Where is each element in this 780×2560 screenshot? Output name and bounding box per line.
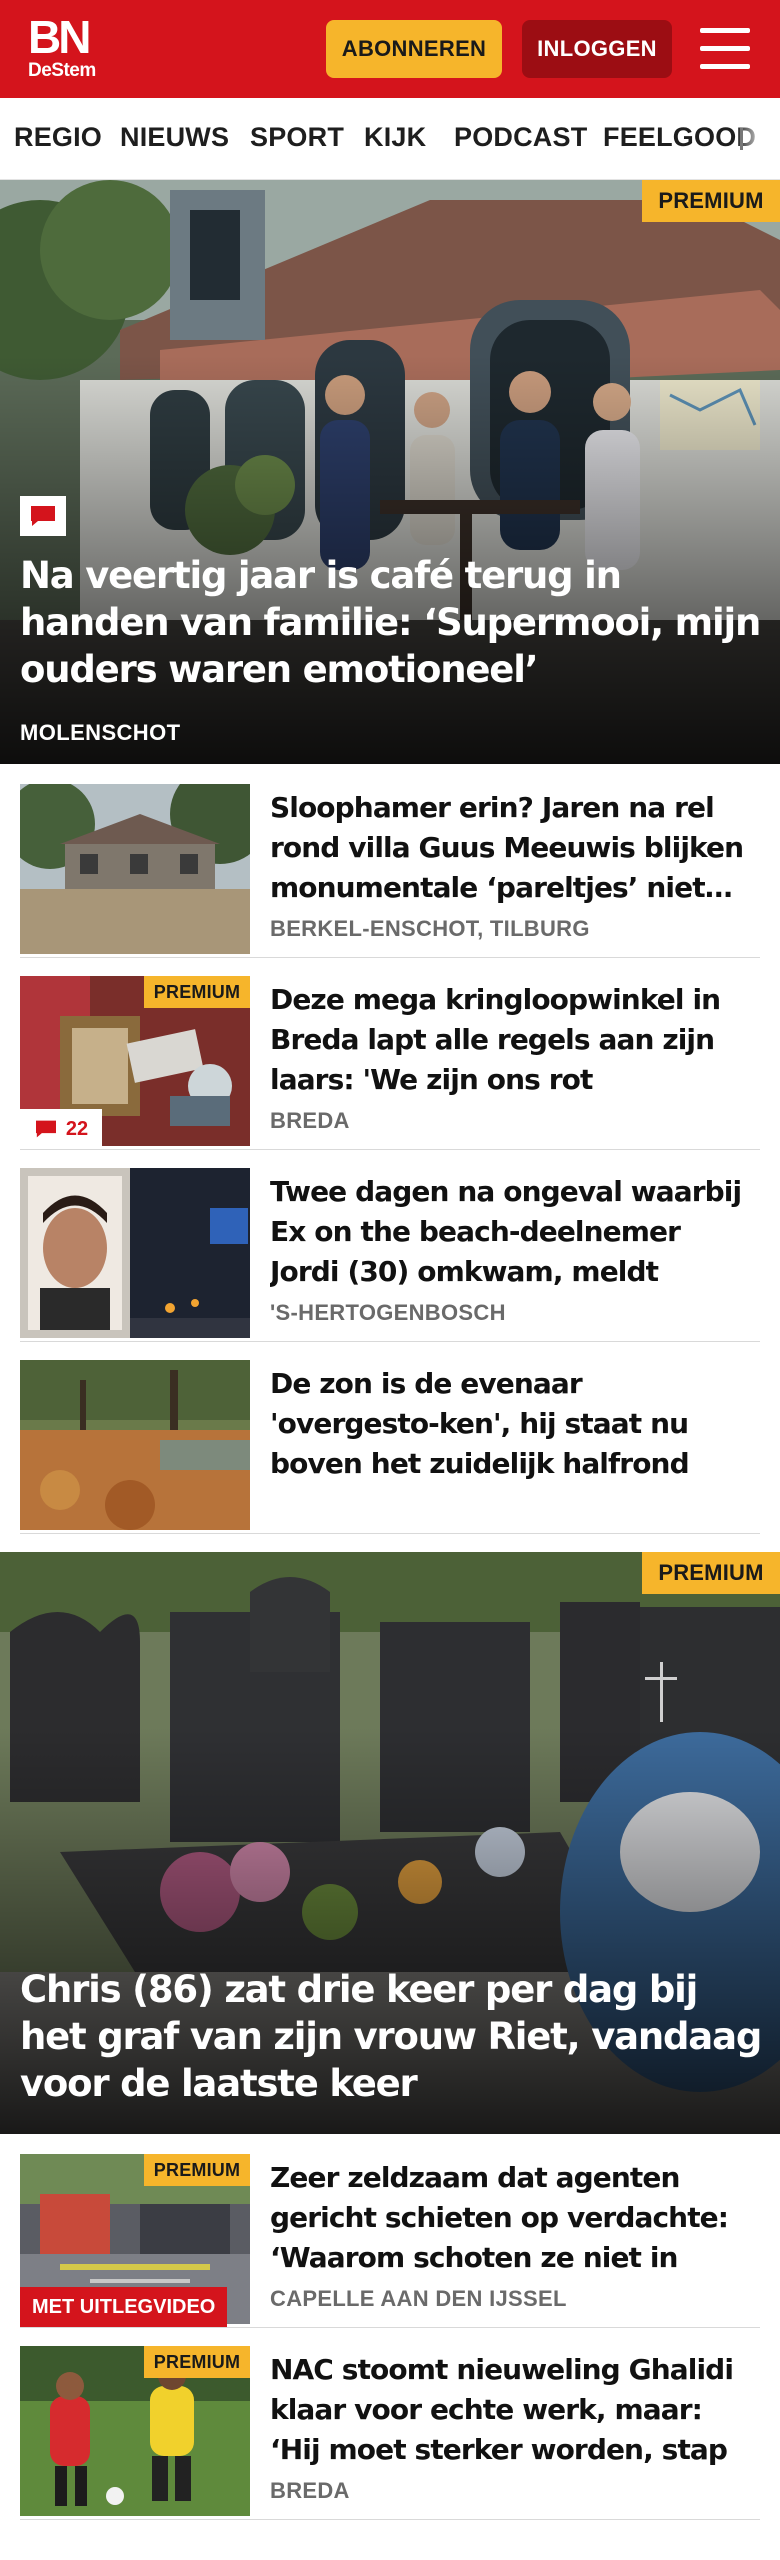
article-thumbnail (20, 784, 250, 954)
list-item[interactable]: Sloophamer erin? Jaren na rel rond villa… (20, 784, 760, 958)
article-location: 'S-HERTOGENBOSCH (270, 1300, 506, 1325)
login-button[interactable]: INLOGGEN (522, 20, 672, 78)
article-headline[interactable]: Zeer zeldzaam dat agenten gericht schiet… (270, 2158, 750, 2278)
article-location: BREDA (270, 1108, 350, 1133)
nav-item-nieuws[interactable]: NIEUWS (120, 122, 229, 153)
site-header: BN DeStem ABONNEREN INLOGGEN (0, 0, 780, 98)
menu-icon-bar (700, 46, 750, 51)
article-headline[interactable]: De zon is de evenaar 'overgesto-ken', hi… (270, 1364, 750, 1484)
comment-count-value: 22 (65, 1117, 89, 1140)
nav-item-feelgood[interactable]: FEELGOOD (603, 122, 756, 153)
article-location: CAPELLE AAN DEN IJSSEL (270, 2286, 567, 2311)
site-logo[interactable]: BN DeStem (28, 14, 118, 86)
nav-item-kijk[interactable]: KIJK (364, 122, 426, 153)
comment-count: 22 (20, 1109, 102, 1149)
comment-icon (35, 1120, 56, 1138)
article-thumbnail (20, 1168, 250, 1338)
nav-item-podcast[interactable]: PODCAST (454, 122, 587, 153)
article-location: BERKEL-ENSCHOT, TILBURG (270, 916, 590, 941)
hero-article-cafe[interactable]: PREMIUM Na veertig jaar is café terug in… (0, 180, 780, 764)
menu-icon-bar (700, 64, 750, 69)
hero-title[interactable]: Chris (86) zat drie keer per dag bij het… (20, 1966, 762, 2107)
premium-badge: PREMIUM (642, 180, 780, 222)
article-headline[interactable]: NAC stoomt nieuweling Ghalidi klaar voor… (270, 2350, 750, 2470)
nav-scroll-fade (736, 98, 780, 179)
subscribe-button[interactable]: ABONNEREN (326, 20, 502, 78)
article-headline[interactable]: Twee dagen na ongeval waarbij Ex on the … (270, 1172, 750, 1292)
logo-sub: DeStem (28, 60, 96, 81)
list-item[interactable]: PREMIUM MET UITLEGVIDEO Zeer zeldzaam da… (20, 2154, 760, 2328)
article-headline[interactable]: Sloophamer erin? Jaren na rel rond villa… (270, 788, 750, 908)
comment-icon (20, 496, 66, 536)
list-item[interactable]: PREMIUM 22 Deze mega kringloopwinkel in … (20, 976, 760, 1150)
logo-main: BN (28, 11, 91, 63)
section-nav: REGIO NIEUWS SPORT KIJK PODCAST FEELGOOD (0, 98, 780, 180)
hero-title[interactable]: Na veertig jaar is café terug in handen … (20, 552, 762, 693)
premium-badge: PREMIUM (144, 2154, 250, 2186)
list-item[interactable]: De zon is de evenaar 'overgesto-ken', hi… (20, 1360, 760, 1534)
nav-item-sport[interactable]: SPORT (250, 122, 344, 153)
article-thumbnail (20, 1360, 250, 1530)
premium-badge: PREMIUM (144, 976, 250, 1008)
nav-item-regio[interactable]: REGIO (14, 122, 102, 153)
list-item[interactable]: PREMIUM NAC stoomt nieuweling Ghalidi kl… (20, 2346, 760, 2520)
hero-article-grave[interactable]: PREMIUM Chris (86) zat drie keer per dag… (0, 1552, 780, 2134)
article-location: BREDA (270, 2478, 350, 2503)
article-headline[interactable]: Deze mega kringloopwinkel in Breda lapt … (270, 980, 750, 1100)
premium-badge: PREMIUM (144, 2346, 250, 2378)
menu-icon-bar (700, 28, 750, 33)
list-item[interactable]: Twee dagen na ongeval waarbij Ex on the … (20, 1168, 760, 1342)
video-badge: MET UITLEGVIDEO (20, 2287, 228, 2327)
premium-badge: PREMIUM (642, 1552, 780, 1594)
menu-icon[interactable] (700, 26, 752, 72)
hero-location: MOLENSCHOT (20, 720, 181, 745)
